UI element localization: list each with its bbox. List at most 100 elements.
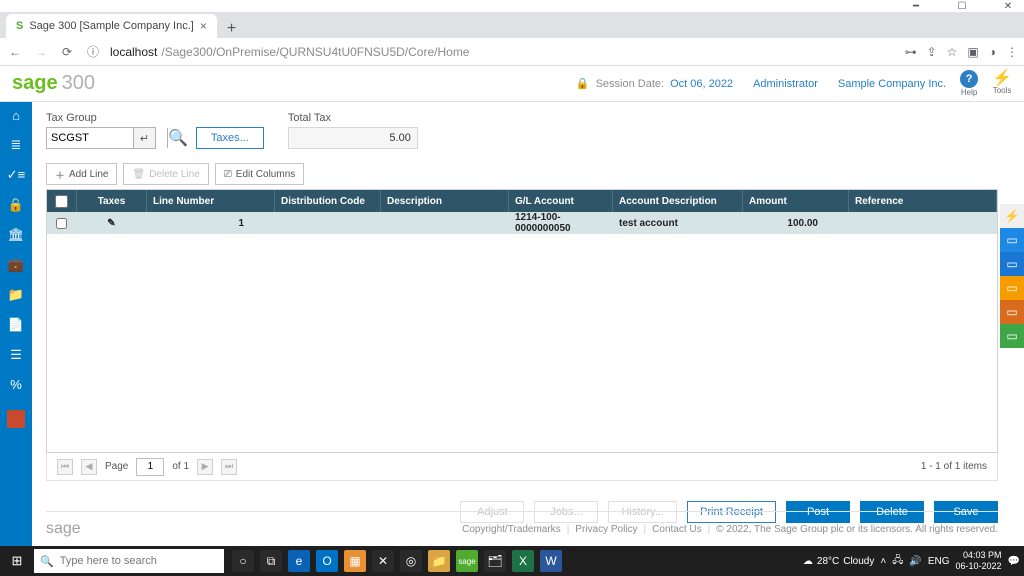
taskbar-word-icon[interactable]: W (540, 550, 562, 572)
pager-next[interactable]: ▶ (197, 459, 213, 475)
tray-lang[interactable]: ENG (928, 556, 950, 567)
footer-privacy[interactable]: Privacy Policy (575, 524, 637, 535)
tab-title: Sage 300 [Sample Company Inc.] (29, 20, 193, 32)
nav-module-icon[interactable]: ≣ (11, 137, 22, 153)
tax-group-input[interactable] (46, 127, 134, 149)
menu-icon[interactable]: ⋮ (1006, 45, 1018, 59)
nav-home-icon[interactable]: ⌂ (12, 108, 20, 123)
header-company-link[interactable]: Sample Company Inc. (838, 78, 946, 90)
dock-tile-4[interactable]: ▭ (1000, 300, 1024, 324)
nav-briefcase-icon[interactable]: 💼 (8, 257, 24, 273)
dock-tile-1[interactable]: ▭ (1000, 228, 1024, 252)
table-row[interactable]: ✎ 1 1214-100-0000000050 test account 100… (47, 212, 997, 234)
footer-logo: sage (46, 520, 81, 538)
nav-forward-icon[interactable]: → (32, 45, 50, 59)
select-all-checkbox[interactable] (55, 195, 68, 208)
taskbar-clock[interactable]: 04:03 PM 06-10-2022 (956, 550, 1002, 572)
taskbar-sage-icon[interactable]: sage (456, 550, 478, 572)
help-button[interactable]: ? Help (960, 70, 978, 97)
nav-back-icon[interactable]: ← (6, 45, 24, 59)
taskbar-files-icon[interactable]: 🗂 (484, 550, 506, 572)
pager-page-input[interactable] (136, 458, 164, 476)
col-dist-code[interactable]: Distribution Code (275, 190, 381, 212)
pager-first[interactable]: ⏮ (57, 459, 73, 475)
nav-report-icon[interactable]: ☰ (10, 347, 22, 363)
taskbar-app-icon[interactable]: ▦ (344, 550, 366, 572)
tax-group-finder-button[interactable]: ↵ (134, 127, 156, 149)
tray-volume-icon[interactable]: 🔊 (909, 556, 921, 567)
nav-folder-icon[interactable]: 📁 (8, 287, 24, 303)
cell-gl-account[interactable]: 1214-100-0000000050 (509, 212, 613, 234)
nav-reload-icon[interactable]: ⟳ (58, 45, 76, 59)
add-line-button[interactable]: ＋Add Line (46, 163, 117, 185)
cell-reference[interactable] (849, 212, 997, 234)
taskbar-edge-icon[interactable]: e (288, 550, 310, 572)
col-amount[interactable]: Amount (743, 190, 849, 212)
tray-notifications-icon[interactable]: 💬 (1008, 556, 1020, 567)
tools-button[interactable]: ⚡ Tools (992, 72, 1012, 95)
start-button[interactable]: ⊞ (0, 553, 34, 569)
nav-checklist-icon[interactable]: ✓≡ (7, 167, 25, 183)
col-line-number[interactable]: Line Number (147, 190, 275, 212)
dock-tile-5[interactable]: ▭ (1000, 324, 1024, 348)
footer-contact[interactable]: Contact Us (652, 524, 701, 535)
cell-amount[interactable]: 100.00 (743, 212, 849, 234)
nav-doc-icon[interactable]: 📄 (8, 317, 24, 333)
taskbar-outlook-icon[interactable]: O (316, 550, 338, 572)
taskbar-chrome-icon[interactable]: ◎ (400, 550, 422, 572)
taskbar-explorer-icon[interactable]: 📁 (428, 550, 450, 572)
taskbar-search[interactable]: 🔍 Type here to search (34, 549, 224, 573)
window-close[interactable]: ✕ (994, 0, 1022, 12)
bookmark-icon[interactable]: ☆ (947, 45, 958, 59)
cell-acct-desc[interactable]: test account (613, 212, 743, 234)
col-description[interactable]: Description (381, 190, 509, 212)
key-icon[interactable]: ⊶ (905, 45, 917, 59)
site-info-icon[interactable]: ⓘ (84, 43, 102, 60)
nav-bank-icon[interactable]: 🏛 (8, 227, 25, 243)
dock-bolt-icon[interactable]: ⚡ (1000, 204, 1024, 228)
cell-dist-code[interactable] (275, 212, 381, 234)
cell-description[interactable] (381, 212, 509, 234)
dock-tile-3[interactable]: ▭ (1000, 276, 1024, 300)
address-bar[interactable]: localhost/Sage300/OnPremise/QURNSU4tU0FN… (110, 45, 897, 59)
header-user-link[interactable]: Administrator (753, 78, 818, 90)
taskbar-taskview-icon[interactable]: ⧉ (260, 550, 282, 572)
pager-prev[interactable]: ◀ (81, 459, 97, 475)
col-acct-desc[interactable]: Account Description (613, 190, 743, 212)
window-minimize[interactable]: ━ (902, 0, 930, 12)
pager-last[interactable]: ⏭ (221, 459, 237, 475)
total-tax-label: Total Tax (288, 112, 418, 124)
browser-tab[interactable]: S Sage 300 [Sample Company Inc.] × (6, 14, 217, 38)
taskbar-tools-icon[interactable]: ✕ (372, 550, 394, 572)
col-reference[interactable]: Reference (849, 190, 997, 212)
extension-icon[interactable]: ▣ (967, 45, 978, 59)
col-taxes[interactable]: Taxes (77, 190, 147, 212)
tax-group-search-button[interactable]: 🔍 (167, 128, 188, 148)
new-tab-button[interactable]: + (217, 20, 246, 38)
cell-line-number[interactable]: 1 (147, 212, 275, 234)
pager-info: 1 - 1 of 1 items (921, 461, 987, 472)
taskbar-weather[interactable]: ☁ 28°C Cloudy (803, 556, 874, 567)
windows-taskbar: ⊞ 🔍 Type here to search ○ ⧉ e O ▦ ✕ ◎ 📁 … (0, 546, 1024, 576)
edit-columns-button[interactable]: ⎚Edit Columns (215, 163, 304, 185)
nav-red-tile[interactable] (7, 410, 25, 428)
profile-icon[interactable]: ◑ (989, 45, 996, 59)
nav-lock-icon[interactable]: 🔒 (8, 197, 24, 213)
footer-copyright[interactable]: Copyright/Trademarks (462, 524, 561, 535)
nav-percent-icon[interactable]: % (10, 377, 22, 392)
row-checkbox[interactable] (56, 218, 67, 229)
dock-tile-2[interactable]: ▭ (1000, 252, 1024, 276)
pager-of-label: of 1 (172, 461, 189, 472)
tray-network-icon[interactable]: 🖧 (892, 553, 903, 570)
taskbar-excel-icon[interactable]: X (512, 550, 534, 572)
col-gl-account[interactable]: G/L Account (509, 190, 613, 212)
tray-chevron-up-icon[interactable]: ˄ (880, 556, 886, 567)
tab-close-icon[interactable]: × (200, 19, 207, 33)
edit-taxes-icon[interactable]: ✎ (107, 218, 115, 229)
share-icon[interactable]: ⇪ (927, 45, 937, 59)
taskbar-cortana-icon[interactable]: ○ (232, 550, 254, 572)
total-tax-output (288, 127, 418, 149)
window-maximize[interactable]: ☐ (948, 0, 976, 12)
footer-legal: © 2022, The Sage Group plc or its licens… (716, 524, 998, 535)
taxes-button[interactable]: Taxes... (196, 127, 264, 149)
